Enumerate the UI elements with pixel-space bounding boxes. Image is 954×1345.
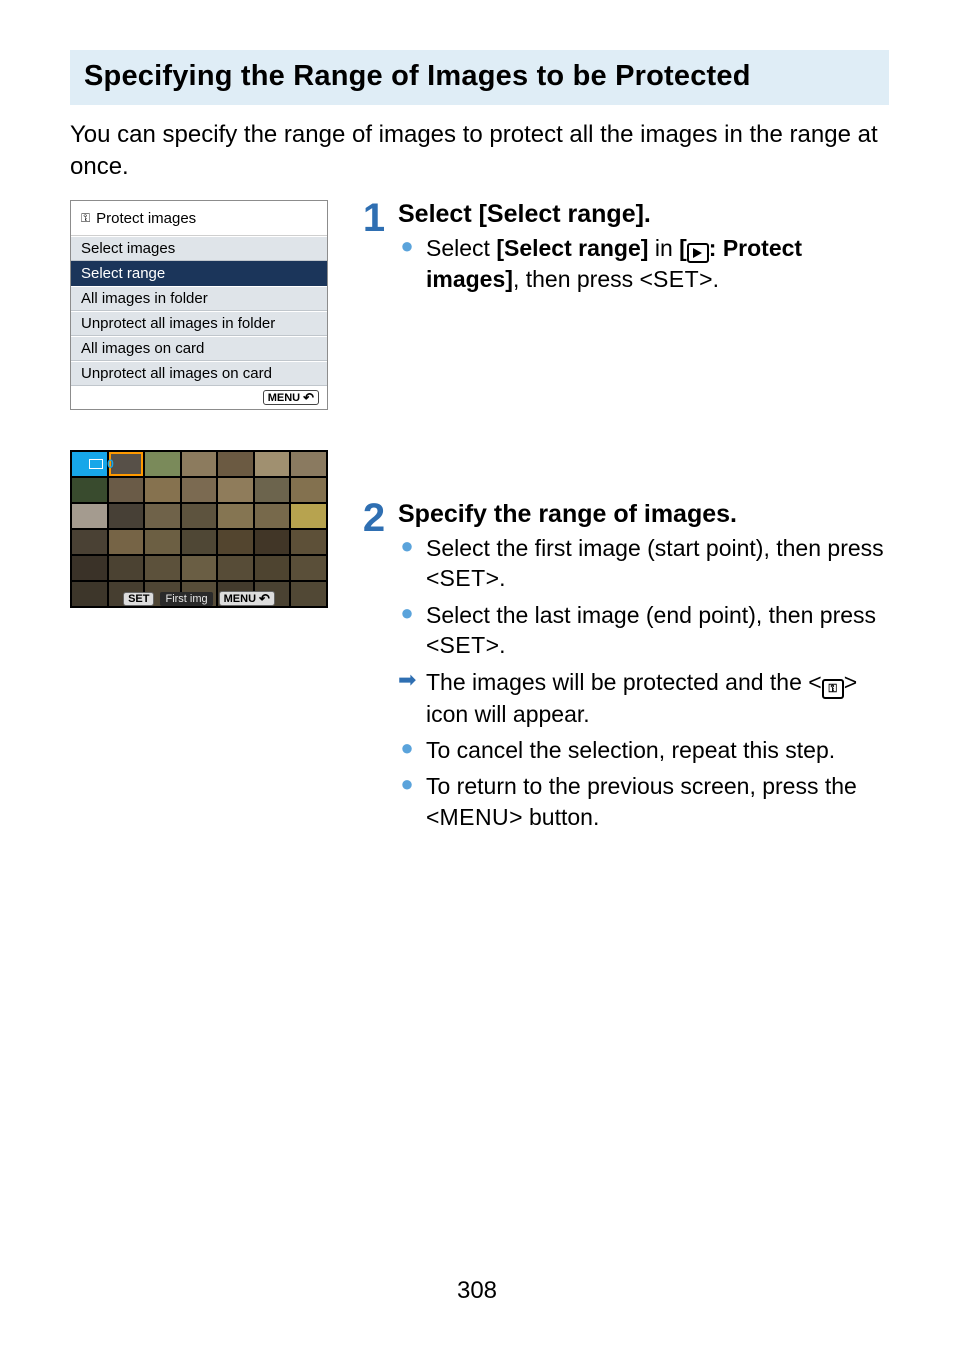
menu-pill-label: MENU (224, 593, 256, 605)
step-subitem-text: To return to the previous screen, press … (426, 771, 889, 832)
grid-footer-caption: First img (160, 592, 212, 606)
step-subitem-text: Select [Select range] in [: Protect imag… (426, 233, 889, 294)
camera-menu-item: All images in folder (71, 286, 327, 311)
step-subitem: ● To cancel the selection, repeat this st… (398, 735, 889, 765)
step: 2Specify the range of images.●Select the… (360, 500, 889, 838)
thumbnail (255, 452, 290, 476)
thumbnail (255, 556, 290, 580)
menu-pill: MENU ↶ (219, 591, 275, 606)
bullet-icon: ● (398, 233, 416, 294)
thumbnail (145, 478, 180, 502)
thumbnail (255, 530, 290, 554)
grid-footer: SET First img MENU ↶ (70, 591, 328, 606)
arrow-bullet-icon: ➡ (398, 667, 416, 730)
bullet-icon: ● (398, 600, 416, 661)
thumbnail (182, 452, 217, 476)
intro-paragraph: You can specify the range of images to p… (70, 119, 889, 182)
step-subitem-text: Select the last image (end point), then … (426, 600, 889, 661)
thumbnail (182, 504, 217, 528)
thumbnail (145, 530, 180, 554)
protect-key-icon: ⚿ (76, 456, 85, 471)
step-subitem-text: The images will be protected and the <⚿>… (426, 667, 889, 730)
section-heading-band: Specifying the Range of Images to be Pro… (70, 50, 889, 105)
step-body: Specify the range of images.●Select the … (398, 500, 889, 838)
step-subitem-text: Select the first image (start point), th… (426, 533, 889, 594)
thumbnail (182, 530, 217, 554)
thumbnail (145, 556, 180, 580)
menu-pill-label: MENU (268, 392, 300, 404)
thumbnail (109, 478, 144, 502)
undo-icon: ↶ (259, 592, 270, 605)
thumbnail (291, 452, 326, 476)
thumbnail-grid (72, 452, 326, 606)
bullet-icon: ● (398, 533, 416, 594)
thumbnail (255, 504, 290, 528)
camera-menu-item: Unprotect all images on card (71, 361, 327, 386)
camera-menu-title-row: ⚿ Protect images (71, 201, 327, 236)
thumbnail (72, 504, 107, 528)
step-title: Specify the range of images. (398, 500, 889, 529)
step-subitem: ●To return to the previous screen, press… (398, 771, 889, 832)
thumbnail (218, 504, 253, 528)
thumbnail (291, 530, 326, 554)
thumbnail (182, 556, 217, 580)
thumbnail (109, 530, 144, 554)
section-heading: Specifying the Range of Images to be Pro… (84, 60, 877, 93)
thumbnail (218, 530, 253, 554)
thumbnail (218, 452, 253, 476)
step-number: 2 (360, 500, 388, 838)
step-title: Select [Select range]. (398, 200, 889, 229)
step-subitem: ●Select [Select range] in [: Protect ima… (398, 233, 889, 294)
camera-menu-title: Protect images (96, 210, 196, 227)
thumbnail (255, 478, 290, 502)
bullet-icon: ● (398, 771, 416, 832)
count-box-icon (89, 459, 103, 469)
step-subitem: ●Select the first image (start point), t… (398, 533, 889, 594)
thumbnail (291, 504, 326, 528)
step-subitem-text: To cancel the selection, repeat this ste… (426, 735, 835, 765)
camera-menu-item: Select images (71, 236, 327, 261)
thumbnail (72, 530, 107, 554)
step: 1 Select [Select range]. ●Select [Select r… (360, 200, 889, 300)
page-number: 308 (0, 1277, 954, 1305)
step-number: 1 (360, 200, 388, 300)
undo-icon: ↶ (303, 391, 314, 404)
step-sublist: ●Select the first image (start point), t… (398, 533, 889, 832)
thumbnail (109, 556, 144, 580)
camera-menu-item: All images on card (71, 336, 327, 361)
camera-menu-item: Select range (71, 261, 327, 286)
thumbnail (218, 556, 253, 580)
thumbnail (291, 556, 326, 580)
camera-menu-screenshot: ⚿ Protect images Select imagesSelect ran… (70, 200, 328, 410)
set-pill: SET (123, 592, 154, 606)
thumbnail (109, 504, 144, 528)
camera-menu-footer: MENU ↶ (71, 386, 327, 409)
grid-status: ⚿ 0 (76, 456, 114, 471)
thumbnail (72, 556, 107, 580)
bullet-icon: ● (398, 735, 416, 765)
thumbnail (291, 478, 326, 502)
step-subitem: ●Select the last image (end point), then… (398, 600, 889, 661)
thumbnail (182, 478, 217, 502)
thumbnail (218, 478, 253, 502)
camera-grid-screenshot: ⚿ 0 SET First img MENU ↶ (70, 450, 328, 608)
menu-pill: MENU ↶ (263, 390, 319, 405)
step-sublist: ●Select [Select range] in [: Protect ima… (398, 233, 889, 294)
thumbnail (145, 504, 180, 528)
thumbnail (145, 452, 180, 476)
protect-key-icon: ⚿ (81, 211, 90, 226)
camera-menu-item: Unprotect all images in folder (71, 311, 327, 336)
step-body: Select [Select range]. ●Select [Select ra… (398, 200, 889, 300)
step-subitem: ➡The images will be protected and the <⚿… (398, 667, 889, 730)
thumbnail (72, 478, 107, 502)
grid-status-count: 0 (107, 457, 114, 471)
